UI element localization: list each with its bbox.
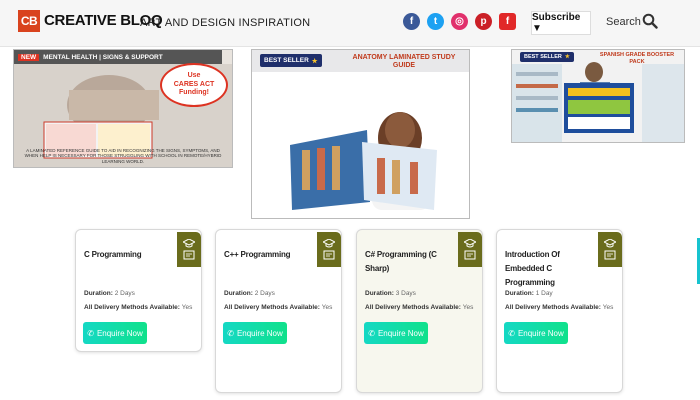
course-duration: Duration: 2 Days xyxy=(84,290,135,297)
ad-mental-health[interactable]: NEW MENTAL HEALTH | SIGNS & SUPPORT Use … xyxy=(13,49,233,168)
course-card: C Programming Duration: 2 Days All Deliv… xyxy=(75,229,202,352)
phone-icon: ✆ xyxy=(87,328,94,338)
course-delivery: All Delivery Methods Available: Yes xyxy=(365,304,473,311)
certificate-icon xyxy=(323,250,335,260)
star-icon: ★ xyxy=(564,54,570,60)
cares-line-2: CARES ACT xyxy=(173,80,215,88)
delivery-value: Yes xyxy=(462,304,474,311)
course-delivery: All Delivery Methods Available: Yes xyxy=(224,304,332,311)
duration-label: Duration: xyxy=(224,290,253,297)
phone-icon: ✆ xyxy=(508,328,515,338)
social-links: f t ◎ p f xyxy=(403,13,516,30)
cares-line-3: Funding! xyxy=(179,89,209,97)
cares-line-1: Use xyxy=(187,72,201,80)
course-card: Introduction Of Embedded C Programming D… xyxy=(496,229,623,393)
ad-spanish-pack[interactable]: BEST SELLER ★ SPANISH GRADE BOOSTER PACK xyxy=(511,49,685,143)
certificate-icon xyxy=(183,250,195,260)
course-badge xyxy=(317,232,341,267)
duration-label: Duration: xyxy=(365,290,394,297)
duration-value: 3 Days xyxy=(395,290,416,297)
ad-anatomy-title: ANATOMY LAMINATED STUDY GUIDE xyxy=(352,54,456,69)
duration-value: 1 Day xyxy=(535,290,553,297)
course-duration: Duration: 1 Day xyxy=(505,290,553,297)
certificate-icon xyxy=(464,250,476,260)
pinterest-icon[interactable]: p xyxy=(475,13,492,30)
graduation-cap-icon xyxy=(604,239,616,248)
course-card: C++ Programming Duration: 2 Days All Del… xyxy=(215,229,342,393)
ad-spanish-title: SPANISH GRADE BOOSTER PACK xyxy=(599,52,675,65)
certificate-icon xyxy=(604,250,616,260)
best-seller-label: BEST SELLER xyxy=(264,57,309,64)
ad-anatomy-image xyxy=(252,50,469,218)
site-header: CB CREATIVE BLOQ ART AND DESIGN INSPIRAT… xyxy=(0,0,700,47)
instagram-icon[interactable]: ◎ xyxy=(451,13,468,30)
delivery-label: All Delivery Methods Available: xyxy=(365,304,461,311)
enquire-now-button[interactable]: ✆ Enquire Now xyxy=(223,322,287,344)
delivery-value: Yes xyxy=(321,304,333,311)
course-card: C# Programming (C Sharp) Duration: 3 Day… xyxy=(356,229,483,393)
course-title[interactable]: C Programming xyxy=(84,248,168,262)
graduation-cap-icon xyxy=(323,239,335,248)
search-label[interactable]: Search xyxy=(606,16,641,28)
course-title[interactable]: Introduction Of Embedded C Programming xyxy=(505,248,589,290)
site-logo[interactable]: CB xyxy=(18,10,40,32)
duration-label: Duration: xyxy=(505,290,534,297)
cares-act-badge: Use CARES ACT Funding! xyxy=(160,63,228,107)
enquire-now-button[interactable]: ✆ Enquire Now xyxy=(83,322,147,344)
search-icon[interactable] xyxy=(642,13,658,29)
delivery-label: All Delivery Methods Available: xyxy=(84,304,180,311)
facebook-icon[interactable]: f xyxy=(403,13,420,30)
enquire-now-label: Enquire Now xyxy=(377,328,424,338)
duration-label: Duration: xyxy=(84,290,113,297)
duration-value: 2 Days xyxy=(114,290,135,297)
enquire-now-label: Enquire Now xyxy=(517,328,564,338)
enquire-now-label: Enquire Now xyxy=(236,328,283,338)
course-title[interactable]: C# Programming (C Sharp) xyxy=(365,248,449,276)
enquire-now-button[interactable]: ✆ Enquire Now xyxy=(504,322,568,344)
course-badge xyxy=(598,232,622,267)
course-badge xyxy=(458,232,482,267)
enquire-now-label: Enquire Now xyxy=(96,328,143,338)
new-badge: NEW xyxy=(18,53,40,61)
best-seller-label: BEST SELLER xyxy=(524,54,562,60)
course-badge xyxy=(177,232,201,267)
delivery-label: All Delivery Methods Available: xyxy=(505,304,601,311)
course-delivery: All Delivery Methods Available: Yes xyxy=(84,304,192,311)
phone-icon: ✆ xyxy=(227,328,234,338)
flipboard-icon[interactable]: f xyxy=(499,13,516,30)
delivery-value: Yes xyxy=(602,304,614,311)
delivery-label: All Delivery Methods Available: xyxy=(224,304,320,311)
phone-icon: ✆ xyxy=(368,328,375,338)
course-duration: Duration: 2 Days xyxy=(224,290,275,297)
star-icon: ★ xyxy=(311,57,318,65)
ad-anatomy-guide[interactable]: BEST SELLER ★ ANATOMY LAMINATED STUDY GU… xyxy=(251,49,470,219)
course-title[interactable]: C++ Programming xyxy=(224,248,308,262)
best-seller-badge: BEST SELLER ★ xyxy=(260,54,322,67)
course-delivery: All Delivery Methods Available: Yes xyxy=(505,304,613,311)
duration-value: 2 Days xyxy=(254,290,275,297)
course-duration: Duration: 3 Days xyxy=(365,290,416,297)
enquire-now-button[interactable]: ✆ Enquire Now xyxy=(364,322,428,344)
best-seller-badge: BEST SELLER ★ xyxy=(520,52,574,62)
site-tagline: ART AND DESIGN INSPIRATION xyxy=(140,17,311,29)
ad-mental-health-strip: NEW MENTAL HEALTH | SIGNS & SUPPORT xyxy=(14,50,222,64)
graduation-cap-icon xyxy=(464,239,476,248)
ad-mental-health-caption: A LAMINATED REFERENCE GUIDE TO AID IN RE… xyxy=(24,147,222,164)
subscribe-button[interactable]: Subscribe ▼ xyxy=(531,11,591,35)
delivery-value: Yes xyxy=(181,304,193,311)
ad-mental-health-heading: MENTAL HEALTH | SIGNS & SUPPORT xyxy=(43,53,163,61)
graduation-cap-icon xyxy=(183,239,195,248)
twitter-icon[interactable]: t xyxy=(427,13,444,30)
